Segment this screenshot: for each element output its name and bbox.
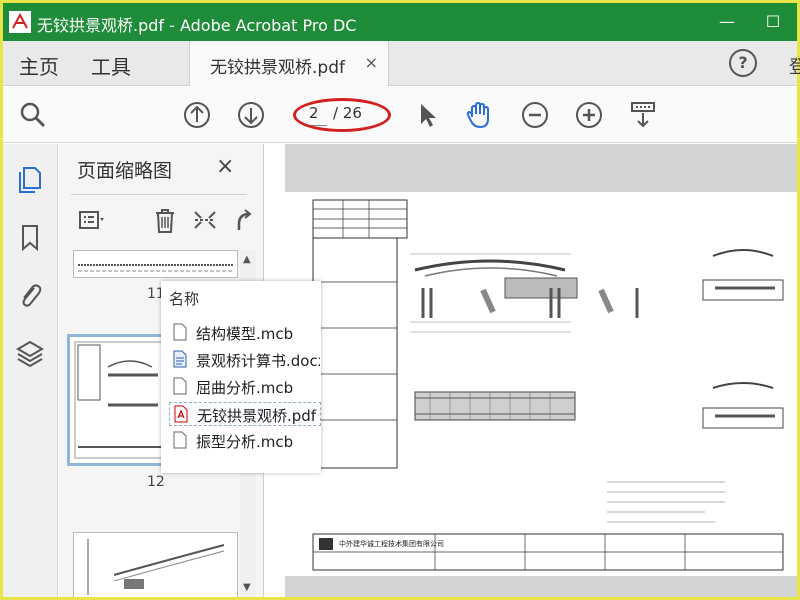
document-tab-title: 无铰拱景观桥.pdf	[210, 58, 345, 78]
zoom-in-icon[interactable]	[573, 99, 605, 131]
document-viewer[interactable]: 中外建华诚工程技术集团有限公司	[285, 144, 797, 597]
next-page-icon[interactable]	[235, 99, 267, 131]
file-item[interactable]: 景观桥计算书.docx	[169, 348, 321, 372]
toolbar: 2 / 26	[3, 87, 797, 143]
file-name: 结构模型.mcb	[196, 325, 294, 343]
acrobat-app-icon	[9, 11, 31, 33]
doc-icon	[173, 431, 187, 449]
select-cursor-icon[interactable]	[411, 99, 443, 131]
file-name: 屈曲分析.mcb	[196, 379, 294, 397]
scroll-up-icon[interactable]: ▲	[243, 254, 251, 265]
thumbnail-page-13[interactable]	[73, 532, 238, 597]
help-icon[interactable]: ?	[729, 49, 757, 77]
file-item-selected[interactable]: 无铰拱景观桥.pdf	[169, 402, 321, 426]
page-display-icon[interactable]	[627, 99, 659, 131]
word-icon	[173, 350, 187, 368]
file-name: 景观桥计算书.docx	[196, 352, 320, 370]
layers-icon[interactable]	[15, 338, 45, 368]
extract-page-icon[interactable]	[191, 206, 219, 234]
attachment-icon[interactable]	[15, 280, 45, 310]
title-bar: 无铰拱景观桥.pdf - Adobe Acrobat Pro DC — ☐	[3, 3, 797, 41]
bridge-drawing: 中外建华诚工程技术集团有限公司	[312, 199, 784, 571]
tab-tools[interactable]: 工具	[91, 51, 131, 80]
bookmark-icon[interactable]	[15, 222, 45, 252]
doc-icon	[173, 377, 187, 395]
file-name: 振型分析.mcb	[196, 433, 294, 451]
tab-home[interactable]: 主页	[19, 51, 59, 80]
panel-divider	[71, 194, 247, 195]
doc-icon	[173, 323, 187, 341]
file-item[interactable]: 屈曲分析.mcb	[169, 375, 321, 399]
file-list-header: 名称	[169, 290, 200, 308]
zoom-out-icon[interactable]	[519, 99, 551, 131]
file-list-popup: 名称 结构模型.mcb 景观桥计算书.docx 屈曲分析.mcb 无铰拱景观桥.…	[161, 281, 321, 473]
close-tab-button[interactable]: ×	[365, 53, 378, 72]
scroll-down-icon[interactable]: ▼	[243, 582, 251, 593]
minimize-button[interactable]: —	[707, 9, 747, 35]
tab-bar: 主页 工具 无铰拱景观桥.pdf × ? 登	[3, 41, 800, 86]
thumbnail-drawing-11	[78, 264, 234, 272]
left-navigation-rail	[3, 144, 58, 597]
previous-page-icon[interactable]	[181, 99, 213, 131]
search-icon[interactable]	[17, 99, 49, 131]
signin-button[interactable]: 登	[789, 53, 800, 79]
hand-tool-icon[interactable]	[463, 99, 495, 131]
restore-button[interactable]: ☐	[753, 9, 793, 35]
pdf-page: 中外建华诚工程技术集团有限公司	[285, 192, 797, 576]
delete-page-icon[interactable]	[151, 206, 179, 234]
file-item[interactable]: 振型分析.mcb	[169, 429, 321, 453]
panel-close-button[interactable]: ×	[216, 154, 234, 179]
file-name: 无铰拱景观桥.pdf	[197, 407, 317, 425]
title-block-company: 中外建华诚工程技术集团有限公司	[339, 539, 444, 548]
tab-document[interactable]: 无铰拱景观桥.pdf ×	[189, 41, 389, 86]
pdf-icon	[174, 405, 188, 423]
file-item[interactable]: 结构模型.mcb	[169, 321, 321, 345]
panel-title: 页面缩略图	[77, 160, 173, 182]
window-title: 无铰拱景观桥.pdf - Adobe Acrobat Pro DC	[37, 16, 357, 35]
thumbnail-page-11[interactable]	[73, 250, 238, 278]
thumbnail-options-icon[interactable]	[77, 206, 105, 234]
thumbnail-label-12: 12	[147, 474, 165, 490]
red-highlight-ellipse	[293, 98, 391, 132]
thumbnail-drawing-13	[87, 539, 225, 595]
rotate-page-icon[interactable]	[229, 206, 257, 234]
page-thumbnails-icon[interactable]	[15, 164, 45, 194]
